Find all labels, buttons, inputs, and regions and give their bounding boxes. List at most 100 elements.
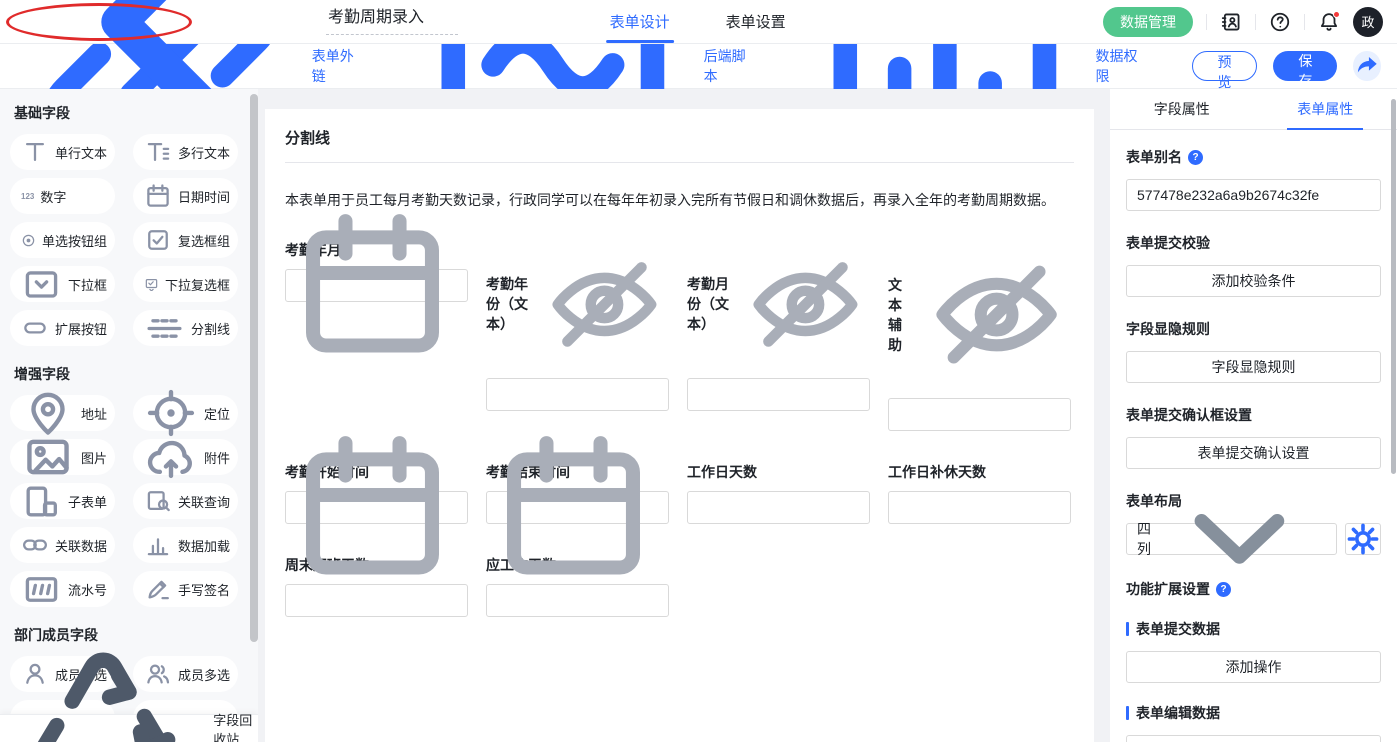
form-card: 分割线 本表单用于员工每月考勤天数记录，行政同学可以在每年年初录入完所有节假日和… — [265, 109, 1094, 742]
save-button[interactable]: 保存 — [1273, 51, 1337, 81]
tab-field-properties[interactable]: 字段属性 — [1110, 89, 1254, 129]
form-field[interactable]: 工作日补休天数 — [888, 462, 1071, 524]
field-input[interactable] — [285, 269, 468, 302]
layout-settings-button[interactable] — [1345, 523, 1381, 555]
form-field[interactable]: 考勤年月 — [285, 240, 468, 431]
select-icon — [21, 264, 62, 305]
form-field[interactable]: 考勤年份（文本） — [486, 240, 669, 431]
field-input[interactable] — [486, 491, 669, 524]
field-item-number[interactable]: 123数字 — [10, 178, 115, 214]
calendar-icon — [286, 199, 459, 372]
field-item-subform[interactable]: 子表单 — [10, 483, 115, 519]
preview-button[interactable]: 预览 — [1192, 51, 1258, 81]
serial-icon — [21, 569, 62, 610]
form-designer-app: 考勤周期录入 表单设计 表单设置 数据管理 政 表单外链 后端脚本 数据权限 预… — [0, 0, 1397, 744]
designer-tabs: 表单设计 表单设置 — [610, 0, 786, 43]
properties-panel: 字段属性 表单属性 表单别名? 表单提交校验 添加校验条件 字段显隐规则 字段显… — [1110, 89, 1397, 742]
tab-form-properties[interactable]: 表单属性 — [1254, 89, 1397, 129]
field-recycle-bin-button[interactable]: 字段回收站 — [0, 714, 258, 742]
bell-icon[interactable] — [1318, 11, 1340, 33]
help-circle-icon[interactable]: ? — [1216, 582, 1231, 597]
field-item-extend-button[interactable]: 扩展按钮 — [10, 310, 115, 346]
add-action-button-edit[interactable]: 添加操作 — [1126, 735, 1381, 742]
form-field[interactable]: 考勤开始时间 — [285, 462, 468, 524]
submit-validation-title: 表单提交校验 — [1126, 233, 1381, 253]
field-item-single-line-text[interactable]: 单行文本 — [10, 134, 115, 170]
divider-icon — [144, 308, 185, 349]
data-manage-button[interactable]: 数据管理 — [1103, 7, 1193, 37]
subform-icon — [21, 481, 62, 522]
textarea-icon — [144, 138, 172, 166]
field-item-image[interactable]: 图片 — [10, 439, 115, 475]
number-icon: 123 — [21, 192, 34, 201]
field-input[interactable] — [285, 584, 468, 617]
eye-off-icon — [741, 240, 870, 369]
field-item-location[interactable]: 定位 — [133, 395, 238, 431]
linked-data-icon — [21, 531, 49, 559]
text-icon — [21, 138, 49, 166]
field-item-address[interactable]: 地址 — [10, 395, 115, 431]
field-item-checkbox-group[interactable]: 复选框组 — [133, 222, 238, 258]
recycle-icon — [0, 625, 206, 742]
field-item-serial-number[interactable]: 流水号 — [10, 571, 115, 607]
tab-form-settings[interactable]: 表单设置 — [726, 0, 786, 43]
field-label: 工作日天数 — [687, 462, 757, 482]
field-item-dropdown[interactable]: 下拉框 — [10, 266, 115, 302]
form-field[interactable]: 文本辅助 — [888, 240, 1071, 431]
form-title[interactable]: 考勤周期录入 — [326, 9, 458, 35]
field-item-divider[interactable]: 分割线 — [133, 310, 238, 346]
field-item-linked-data[interactable]: 关联数据 — [10, 527, 115, 563]
form-alias-label: 表单别名 — [1126, 147, 1182, 167]
extension-settings-title: 功能扩展设置 — [1126, 579, 1210, 599]
help-circle-icon[interactable]: ? — [1188, 150, 1203, 165]
field-label: 文本辅助 — [888, 275, 916, 355]
share-button[interactable] — [1353, 51, 1381, 81]
form-field[interactable]: 考勤结束时间 — [486, 462, 669, 524]
chevron-down-icon — [1153, 453, 1326, 626]
field-input[interactable] — [687, 378, 870, 411]
tab-form-design[interactable]: 表单设计 — [610, 0, 670, 43]
checkbox-icon — [144, 226, 172, 254]
attachment-icon — [144, 430, 198, 484]
form-alias-input[interactable] — [1126, 179, 1381, 211]
backend-script-label: 后端脚本 — [704, 46, 758, 86]
section-title-enhanced-fields: 增强字段 — [14, 364, 240, 384]
form-canvas: 分割线 本表单用于员工每月考勤天数记录，行政同学可以在每年年初录入完所有节假日和… — [258, 89, 1110, 742]
field-label: 考勤月份（文本） — [687, 274, 735, 334]
calendar-icon — [286, 421, 459, 594]
field-visibility-button[interactable]: 字段显隐规则 — [1126, 351, 1381, 383]
layout-select[interactable]: 四列 — [1126, 523, 1337, 555]
field-input[interactable] — [888, 491, 1071, 524]
notification-dot — [1333, 11, 1340, 18]
field-item-linked-lookup[interactable]: 关联查询 — [133, 483, 238, 519]
divider — [1255, 14, 1256, 30]
top-bar: 考勤周期录入 表单设计 表单设置 数据管理 政 — [0, 0, 1397, 44]
gear-icon — [1346, 522, 1380, 556]
field-item-datetime[interactable]: 日期时间 — [133, 178, 238, 214]
field-input[interactable] — [888, 398, 1071, 431]
multiselect-icon — [144, 277, 159, 292]
add-action-button-submit[interactable]: 添加操作 — [1126, 651, 1381, 683]
avatar[interactable]: 政 — [1353, 7, 1383, 37]
form-field[interactable]: 考勤月份（文本） — [687, 240, 870, 431]
form-field[interactable]: 工作日天数 — [687, 462, 870, 524]
field-item-radio-group[interactable]: 单选按钮组 — [10, 222, 115, 258]
add-validation-button[interactable]: 添加校验条件 — [1126, 265, 1381, 297]
contacts-icon[interactable] — [1220, 11, 1242, 33]
field-item-signature[interactable]: 手写签名 — [133, 571, 238, 607]
help-icon[interactable] — [1269, 11, 1291, 33]
field-item-multi-line-text[interactable]: 多行文本 — [133, 134, 238, 170]
field-input[interactable] — [285, 491, 468, 524]
field-item-multi-dropdown[interactable]: 下拉复选框 — [133, 266, 238, 302]
divider — [1304, 14, 1305, 30]
field-input[interactable] — [687, 491, 870, 524]
edit-data-subtitle: 表单编辑数据 — [1126, 703, 1381, 723]
field-input[interactable] — [486, 584, 669, 617]
sidebar-scrollbar[interactable] — [250, 94, 258, 642]
image-icon — [21, 430, 75, 484]
panel-scrollbar[interactable] — [1391, 99, 1396, 474]
field-item-attachment[interactable]: 附件 — [133, 439, 238, 475]
field-input[interactable] — [486, 378, 669, 411]
field-item-data-load[interactable]: 数据加载 — [133, 527, 238, 563]
calendar-icon — [487, 421, 660, 594]
